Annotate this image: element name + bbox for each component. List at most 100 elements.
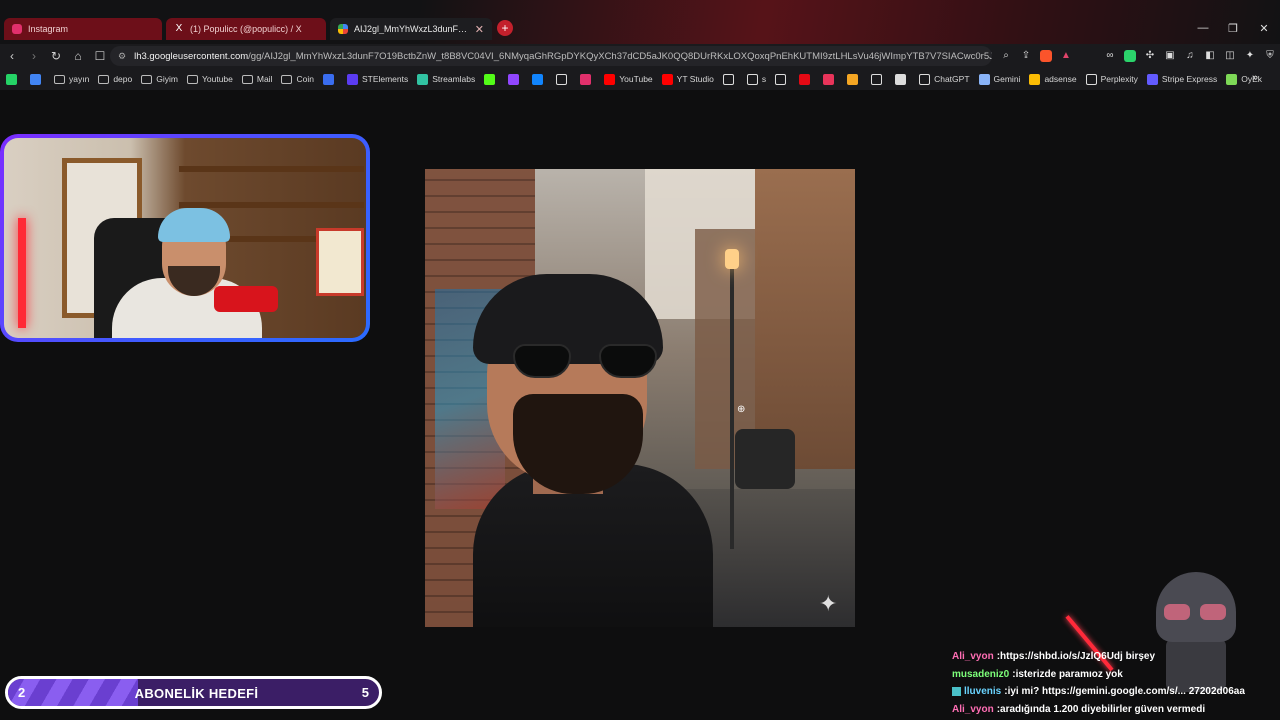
bookmark-item[interactable]: Mail xyxy=(241,74,272,84)
bookmark-item[interactable]: Coin xyxy=(281,74,314,84)
share-icon[interactable]: ⇪ xyxy=(1020,50,1032,62)
tab-active-image[interactable]: AIJ2gl_MmYhWxzL3dunF7O19Bc ✕ xyxy=(330,18,492,40)
streamlabs-icon xyxy=(417,73,429,85)
url-path: /gg/AIJ2gl_MmYhWxzL3dunF7O19BctbZnW_t8B8… xyxy=(248,50,992,62)
extension-box-icon[interactable]: ▣ xyxy=(1164,50,1176,62)
close-window-button[interactable]: ✕ xyxy=(1257,22,1271,35)
leo-ai-icon[interactable]: ✦ xyxy=(1244,50,1256,62)
bookmark-item[interactable] xyxy=(895,73,910,85)
bookmark-item[interactable]: Giyim xyxy=(141,74,178,84)
url-host: lh3.googleusercontent.com xyxy=(134,50,249,62)
kick-icon xyxy=(484,73,496,85)
chat-text: https://shbd.io/s/JzlQ6Udj birşey xyxy=(1000,651,1156,663)
google-icon xyxy=(30,73,41,85)
bookmark-label: Coin xyxy=(296,74,314,84)
image-lamp-pole xyxy=(730,269,734,549)
webcam-feed xyxy=(4,138,366,338)
bookmark-item[interactable] xyxy=(775,73,790,85)
webcam-shelf xyxy=(179,166,364,172)
bookmark-item[interactable]: STElements xyxy=(346,73,409,85)
bookmark-item[interactable] xyxy=(556,73,571,85)
chat-username: lluvenis xyxy=(964,686,1002,698)
brave-rewards-icon[interactable]: ▲ xyxy=(1060,50,1072,62)
sidebar-icon[interactable]: ◧ xyxy=(1204,50,1216,62)
bookmark-item[interactable] xyxy=(532,73,547,85)
bookmark-item[interactable] xyxy=(6,73,21,85)
new-tab-button[interactable]: + xyxy=(497,20,513,36)
zoom-icon[interactable]: ⌕ xyxy=(1000,50,1012,62)
bookmark-item[interactable] xyxy=(580,73,595,85)
bookmark-item[interactable] xyxy=(823,73,838,85)
streamer-beanie xyxy=(158,208,230,242)
restore-button[interactable]: ❐ xyxy=(1226,22,1240,35)
bookmark-label: adsense xyxy=(1044,74,1077,84)
chat-message: Ali_vyon: https://shbd.io/s/JzlQ6Udj bir… xyxy=(952,648,1280,666)
perplexity-icon xyxy=(1085,73,1097,85)
bookmarks-overflow-icon[interactable]: » xyxy=(1252,72,1258,84)
chat-message: lluvenis: iyi mi? https://gemini.google.… xyxy=(952,683,1280,701)
extension-green-icon[interactable] xyxy=(1124,50,1136,62)
bookmark-item[interactable] xyxy=(871,73,886,85)
tab-label: Instagram xyxy=(28,24,69,34)
bookmark-item[interactable]: Stripe Express xyxy=(1146,73,1217,85)
bookmark-item[interactable]: YT Studio xyxy=(661,73,714,85)
bookmark-item[interactable]: ChatGPT xyxy=(919,73,970,85)
image-favicon-icon xyxy=(338,24,348,34)
netflix-icon xyxy=(799,73,811,85)
forward-button[interactable]: › xyxy=(24,49,44,63)
bookmark-item[interactable]: Youtube xyxy=(186,74,233,84)
bookmarks-bar: yayın depo Giyim Youtube Mail Coin STElements S… xyxy=(0,68,1280,90)
bookmark-item[interactable] xyxy=(30,73,45,85)
app-icon xyxy=(895,73,907,85)
app-icon xyxy=(871,73,883,85)
x-icon: X xyxy=(175,23,183,34)
bookmark-item[interactable]: adsense xyxy=(1029,73,1077,85)
image-person xyxy=(473,274,713,627)
bookmark-item[interactable]: depo xyxy=(98,74,132,84)
folder-icon xyxy=(98,74,110,84)
bookmark-item[interactable] xyxy=(508,73,523,85)
gemini-icon xyxy=(978,73,990,85)
bookmark-label: depo xyxy=(113,74,133,84)
gemini-sparkle-icon: ✦ xyxy=(819,591,838,616)
address-bar[interactable]: ⚙ lh3.googleusercontent.com /gg/AIJ2gl_M… xyxy=(110,46,992,66)
chat-message: Ali_vyon: aradığında 1.200 diyebilirler … xyxy=(952,701,1280,719)
tab-x-populicc[interactable]: X (1) Populicc (@populicc) / X xyxy=(166,18,326,40)
minimize-button[interactable]: — xyxy=(1196,22,1210,34)
webcam-poster xyxy=(316,228,364,296)
app-icon xyxy=(847,73,859,85)
tiktok-icon xyxy=(722,73,734,85)
webcam-streamer xyxy=(112,208,262,338)
bookmark-item[interactable]: yayın xyxy=(54,74,89,84)
displayed-image[interactable]: ✦ xyxy=(425,169,855,627)
bookmark-item[interactable]: Streamlabs xyxy=(417,73,475,85)
extension-glasses-icon[interactable]: ∞ xyxy=(1104,50,1116,62)
chat-username: musadeniz0 xyxy=(952,668,1010,680)
media-controls-icon[interactable]: ♫ xyxy=(1184,50,1196,62)
folder-icon xyxy=(281,74,293,84)
bookmark-item[interactable]: YouTube xyxy=(604,73,653,85)
bookmark-item[interactable] xyxy=(847,73,862,85)
extensions-puzzle-icon[interactable]: ✣ xyxy=(1144,50,1156,62)
home-button[interactable]: ⌂ xyxy=(68,49,88,63)
reload-button[interactable]: ↻ xyxy=(46,49,66,63)
bookmark-item[interactable] xyxy=(799,73,814,85)
bookmark-page-button[interactable]: ☐ xyxy=(90,49,110,63)
bookmark-item[interactable]: Gemini xyxy=(978,73,1020,85)
bookmark-label: STElements xyxy=(361,74,409,84)
bookmark-item[interactable]: s xyxy=(746,73,766,85)
site-info-icon[interactable]: ⚙ xyxy=(118,51,126,62)
bookmark-item[interactable]: Perplexity xyxy=(1085,73,1138,85)
brave-shield-icon[interactable] xyxy=(1040,50,1052,62)
bookmark-item[interactable] xyxy=(484,73,499,85)
vader-eyes xyxy=(1164,604,1228,624)
bookmark-item[interactable] xyxy=(722,73,738,85)
tab-instagram[interactable]: Instagram xyxy=(4,18,162,40)
back-button[interactable]: ‹ xyxy=(2,49,22,63)
vpn-icon[interactable]: ⛨ xyxy=(1264,50,1276,62)
wallet-icon[interactable]: ◫ xyxy=(1224,50,1236,62)
bookmark-item[interactable] xyxy=(322,73,338,85)
tab-label: (1) Populicc (@populicc) / X xyxy=(190,24,302,34)
bookmark-label: yayın xyxy=(69,74,90,84)
tab-close-icon[interactable]: ✕ xyxy=(475,23,484,36)
